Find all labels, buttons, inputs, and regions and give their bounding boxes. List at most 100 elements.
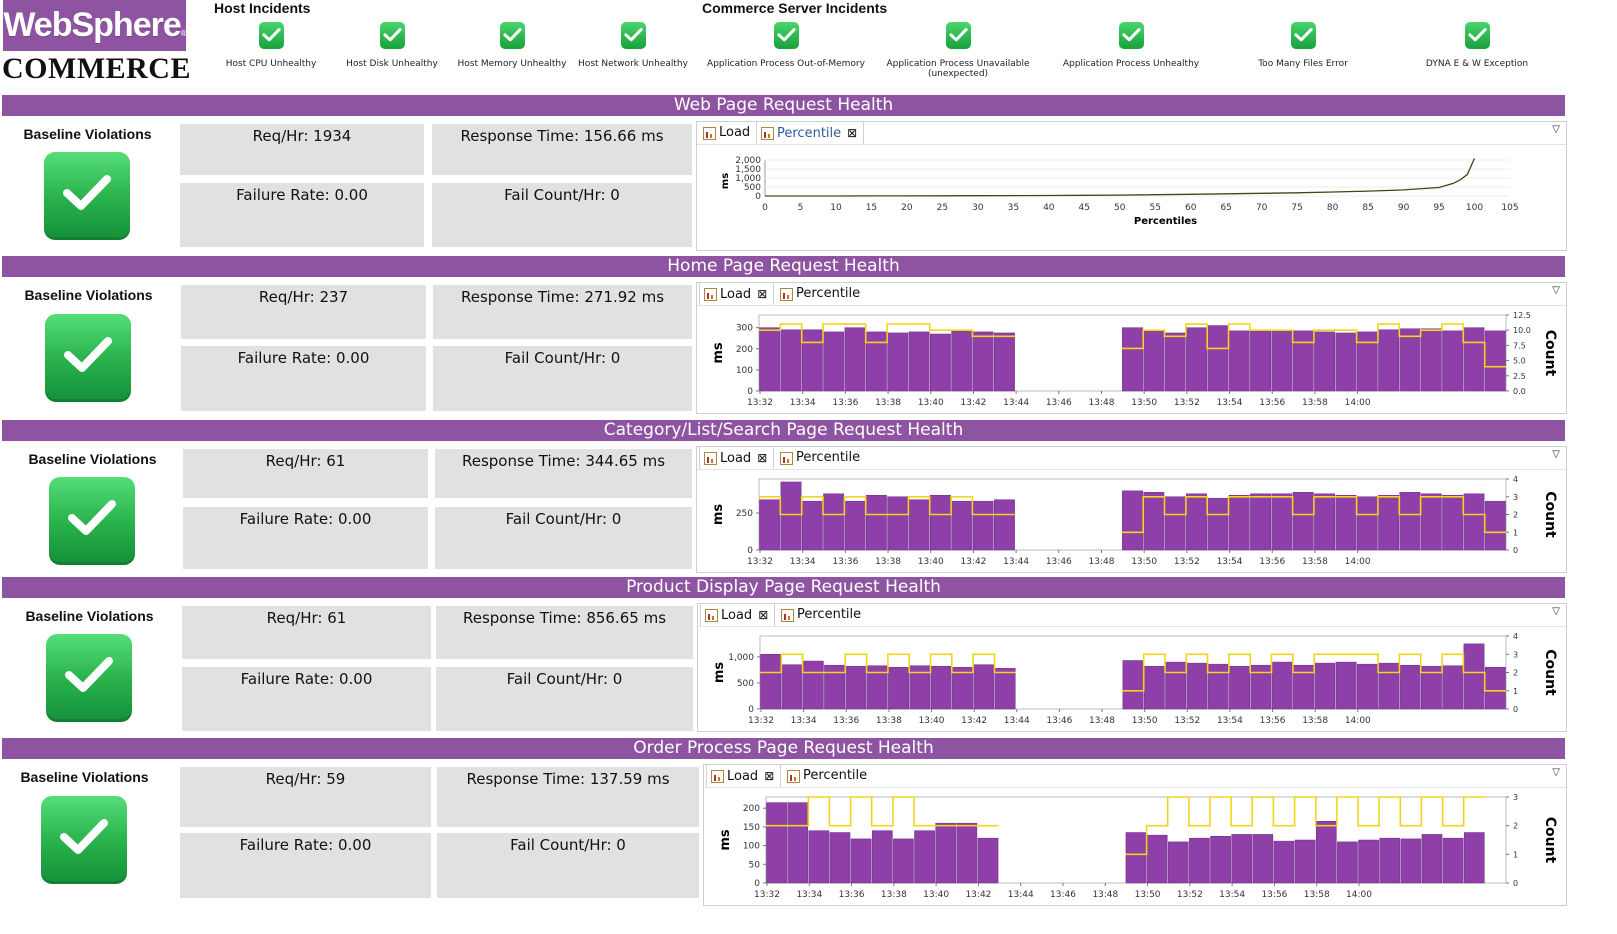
response-bar [1463,832,1485,884]
y2-tick-label: 1 [1513,850,1518,859]
baseline-ok-check-icon[interactable] [44,152,130,240]
response-bar [1378,495,1400,551]
chevron-down-icon[interactable]: ▽ [1552,767,1560,778]
response-bar [1337,841,1358,884]
tab-percentile[interactable]: Percentile [777,604,867,626]
incident-commerce-2[interactable]: Application Process Unhealthy [1046,22,1216,69]
close-tab-icon[interactable]: ⊠ [847,126,857,140]
tab-percentile[interactable]: Percentile [783,765,873,787]
x-tick-label: 13:36 [839,890,865,900]
response-bar [1335,495,1357,551]
response-bar [865,495,887,551]
response-bar [759,499,781,551]
baseline-ok-check-icon[interactable] [41,796,127,884]
response-bar [1378,329,1400,392]
incident-label: DYNA E & W Exception [1425,59,1529,69]
x-axis-label: Percentiles [1134,216,1197,227]
section-title: Web Page Request Health [2,95,1565,116]
response-bar [1273,840,1295,884]
incident-commerce-3[interactable]: Too Many Files Error [1218,22,1388,69]
incident-label: Application Process Out-of-Memory [707,59,865,69]
x-tick-label: 13:38 [875,398,901,408]
incident-commerce-0[interactable]: Application Process Out-of-Memory [701,22,871,69]
tab-percentile-label: Percentile [803,768,868,783]
x-tick-label: 13:42 [960,557,986,567]
response-bar [951,330,973,392]
response-bar [845,665,867,710]
tab-load[interactable]: Load ⊠ [700,604,776,626]
chevron-down-icon[interactable]: ▽ [1552,606,1560,617]
tab-percentile[interactable]: Percentile [776,283,866,305]
x-tick-label: 13:52 [1174,557,1200,567]
response-bar [829,832,851,884]
failure-rate: Failure Rate: 0.00 [181,346,426,411]
y2-tick-label: 2.5 [1513,372,1526,381]
chart-tabs: Load ⊠ Percentile ▽ [698,604,1566,627]
incident-label: Application Process Unavailable (unexpec… [886,59,1030,79]
incident-commerce-1[interactable]: Application Process Unavailable (unexpec… [873,22,1043,79]
response-bar [1378,662,1400,710]
baseline-ok-check-icon[interactable] [46,634,132,722]
y2-axis-label: Count [1542,649,1558,696]
response-bar [908,499,930,551]
response-bar [1294,839,1316,884]
incident-host-3[interactable]: Host Network Unhealthy [548,22,718,69]
ok-check-icon [258,22,284,49]
x-tick-label: 14:00 [1346,890,1372,900]
section-title: Home Page Request Health [2,256,1565,277]
response-bar [930,665,952,710]
tab-percentile[interactable]: Percentile ⊠ [756,122,865,144]
health-section: Product Display Page Request Health Basel… [0,577,1617,738]
chevron-down-icon[interactable]: ▽ [1552,449,1560,460]
chevron-down-icon[interactable]: ▽ [1552,124,1560,135]
response-bar [1421,834,1443,884]
chart-icon [780,288,793,301]
close-tab-icon[interactable]: ⊠ [757,451,767,465]
x-tick-label: 13:52 [1174,398,1200,408]
response-bar [850,838,872,884]
response-bar [1463,643,1485,710]
close-tab-icon[interactable]: ⊠ [757,287,767,301]
baseline-ok-check-icon[interactable] [49,477,135,565]
response-bar [1356,331,1378,392]
x-tick-label: 13:48 [1089,557,1115,567]
y2-tick-label: 7.5 [1513,341,1526,350]
response-bar [887,332,909,392]
response-bar [1228,495,1250,551]
tab-percentile-label: Percentile [796,450,861,465]
close-tab-icon[interactable]: ⊠ [758,608,768,622]
x-tick-label: 13:36 [832,557,858,567]
tab-load[interactable]: Load ⊠ [706,765,782,787]
x-tick-label: 105 [1501,203,1518,213]
response-bar [994,499,1015,551]
response-bar [1143,492,1165,551]
x-tick-label: 20 [901,203,913,213]
x-tick-label: 13:50 [1131,398,1157,408]
response-bar [1379,837,1401,884]
x-tick-label: 13:58 [1302,716,1328,726]
y-tick-label: 0 [755,192,761,202]
response-bar [951,500,973,551]
requests-per-hour: Req/Hr: 1934 [180,124,424,175]
incident-commerce-4[interactable]: DYNA E & W Exception [1392,22,1562,69]
x-tick-label: 13:44 [1004,716,1030,726]
y-tick-label: 300 [736,324,753,334]
response-bar [871,830,893,884]
tab-load[interactable]: Load [699,122,756,144]
tab-percentile[interactable]: Percentile [776,447,866,469]
chart-tabs: Load Percentile ⊠ ▽ [697,122,1566,145]
x-tick-label: 35 [1008,203,1019,213]
baseline-ok-check-icon[interactable] [45,314,131,402]
x-tick-label: 13:50 [1135,890,1161,900]
response-bar [1420,493,1442,551]
response-bar [1399,328,1421,392]
baseline-violations-label: Baseline Violations [23,126,152,142]
x-tick-label: 13:36 [832,398,858,408]
tab-load[interactable]: Load ⊠ [699,447,775,469]
response-bar [972,500,994,551]
tab-load[interactable]: Load ⊠ [699,283,775,305]
response-bar [1292,492,1314,551]
close-tab-icon[interactable]: ⊠ [764,769,774,783]
y-axis-label: ms [711,504,726,526]
chevron-down-icon[interactable]: ▽ [1552,285,1560,296]
